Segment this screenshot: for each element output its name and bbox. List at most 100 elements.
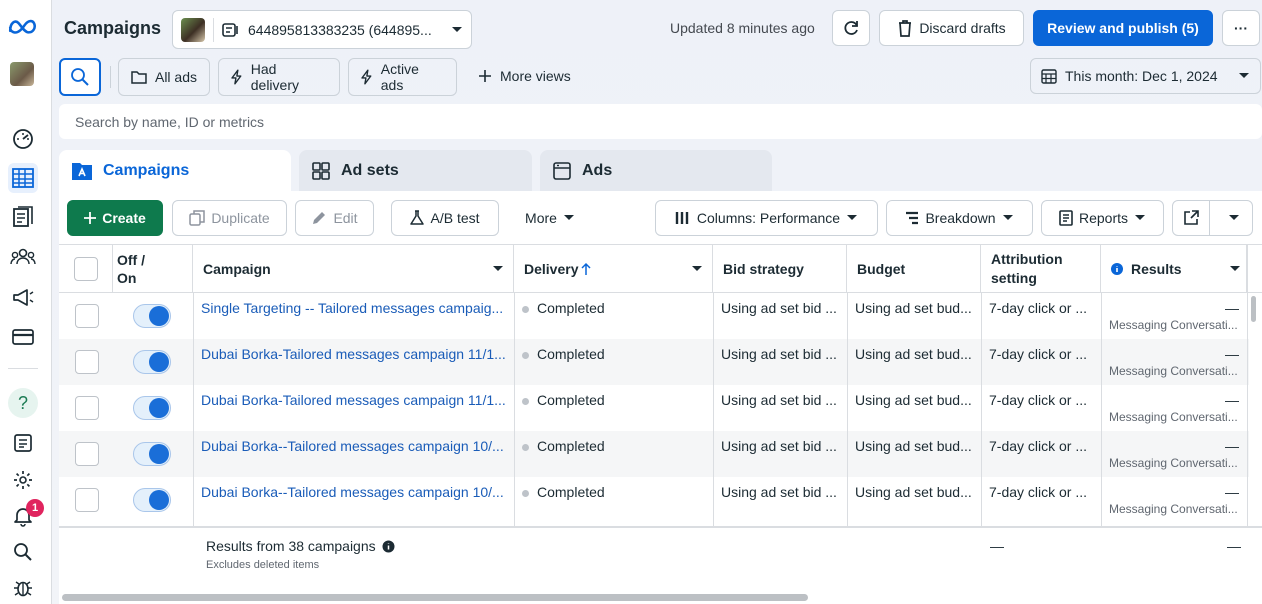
export-dropdown-chevron-icon[interactable] (1216, 201, 1252, 235)
chevron-down-icon[interactable] (692, 266, 702, 272)
refresh-icon (844, 21, 858, 35)
column-results[interactable]: Results (1101, 245, 1247, 293)
tab-ad-sets[interactable]: Ad sets (299, 150, 532, 192)
duplicate-button[interactable]: Duplicate (172, 200, 287, 236)
reports-selector[interactable]: Reports (1041, 200, 1164, 236)
budget-cell: Using ad set bud... (855, 300, 972, 316)
budget-cell: Using ad set bud... (855, 392, 972, 408)
lightning-icon (231, 69, 242, 85)
campaign-toggle[interactable] (133, 488, 171, 512)
chevron-down-icon (452, 26, 462, 32)
row-checkbox[interactable] (75, 488, 99, 512)
date-range-picker[interactable]: This month: Dec 1, 2024 (1030, 58, 1261, 94)
campaign-name-link[interactable]: Dubai Borka--Tailored messages campaign … (193, 431, 513, 477)
row-checkbox[interactable] (75, 304, 99, 328)
select-all-checkbox[interactable] (73, 257, 98, 281)
plus-icon (84, 212, 97, 224)
create-button[interactable]: Create (67, 200, 163, 236)
edit-button[interactable]: Edit (295, 200, 374, 236)
tab-campaigns[interactable]: Campaigns (59, 150, 291, 192)
search-input[interactable] (75, 113, 675, 130)
page-title: Campaigns (64, 18, 162, 38)
active-ads-view[interactable]: Active ads (348, 58, 457, 96)
report-bug-icon[interactable] (8, 573, 38, 603)
duplicate-icon (189, 210, 206, 226)
export-split-button[interactable] (1172, 200, 1253, 236)
chevron-down-icon[interactable] (493, 266, 503, 272)
info-icon[interactable] (382, 540, 395, 553)
table-row[interactable]: Dubai Borka--Tailored messages campaign … (59, 431, 1249, 477)
table-row[interactable]: Dubai Borka--Tailored messages campaign … (59, 477, 1249, 523)
more-views-button[interactable]: More views (478, 68, 571, 84)
had-delivery-view[interactable]: Had delivery (218, 58, 340, 96)
more-options-icon: ··· (1234, 20, 1248, 36)
meta-logo-icon[interactable] (7, 16, 39, 36)
column-delivery[interactable]: Delivery (514, 245, 713, 293)
tab-ads[interactable]: Ads (540, 150, 772, 192)
more-views-label: More views (500, 68, 571, 84)
account-overview-icon[interactable] (8, 428, 38, 458)
ads-megaphone-icon[interactable] (8, 282, 38, 312)
search-icon[interactable] (8, 537, 38, 567)
breakdown-selector[interactable]: Breakdown (886, 200, 1033, 236)
campaign-name-link[interactable]: Dubai Borka-Tailored messages campaign 1… (193, 339, 513, 385)
attribution-cell: 7-day click or ... (989, 392, 1088, 408)
tab-campaigns-label: Campaigns (103, 162, 190, 179)
ad-account-selector[interactable]: 644895813383235 (644895... (172, 10, 472, 49)
row-checkbox[interactable] (75, 350, 99, 374)
table-row[interactable]: Dubai Borka-Tailored messages campaign 1… (59, 339, 1249, 385)
column-bid-strategy-label: Bid strategy (723, 261, 804, 277)
select-all-cell (59, 245, 113, 293)
campaign-name-link[interactable]: Dubai Borka-Tailored messages campaign 1… (193, 385, 513, 431)
results-value: — (1225, 346, 1239, 362)
help-icon[interactable]: ? (8, 388, 38, 418)
billing-card-icon[interactable] (8, 322, 38, 352)
campaign-toggle[interactable] (133, 396, 171, 420)
more-actions-button[interactable]: More (512, 200, 588, 236)
discard-drafts-button[interactable]: Discard drafts (879, 10, 1024, 46)
delivery-status: Completed (514, 431, 712, 477)
all-ads-view[interactable]: All ads (118, 58, 210, 96)
export-icon[interactable] (1173, 201, 1210, 235)
dashboard-gauge-icon[interactable] (8, 123, 38, 153)
campaign-name-link[interactable]: Dubai Borka--Tailored messages campaign … (193, 477, 513, 523)
ad-sets-grid-icon (312, 162, 330, 180)
column-budget[interactable]: Budget (847, 245, 981, 293)
review-publish-button[interactable]: Review and publish (5) (1033, 10, 1213, 46)
status-dot-icon (522, 443, 529, 451)
profile-avatar[interactable] (10, 62, 34, 86)
ab-test-label: A/B test (430, 210, 480, 226)
ab-test-button[interactable]: A/B test (391, 200, 499, 236)
row-checkbox[interactable] (75, 396, 99, 420)
refresh-button[interactable] (832, 10, 870, 46)
bid-strategy-cell: Using ad set bid ... (721, 484, 837, 500)
campaigns-table-icon[interactable] (8, 163, 38, 193)
delivery-status: Completed (514, 477, 712, 523)
attribution-cell: 7-day click or ... (989, 346, 1088, 362)
results-type: Messaging Conversati... (1109, 502, 1238, 516)
columns-selector[interactable]: Columns: Performance (655, 200, 878, 236)
table-row[interactable]: Dubai Borka-Tailored messages campaign 1… (59, 385, 1249, 431)
campaign-toggle[interactable] (133, 350, 171, 374)
campaign-folder-icon (72, 163, 92, 180)
chevron-down-icon[interactable] (1230, 266, 1240, 272)
campaign-name-link[interactable]: Single Targeting -- Tailored messages ca… (193, 293, 513, 339)
info-icon[interactable] (1111, 263, 1123, 275)
column-attribution[interactable]: Attribution setting (981, 245, 1101, 293)
column-delivery-label: Delivery (524, 261, 579, 277)
campaign-toggle[interactable] (133, 442, 171, 466)
audiences-people-icon[interactable] (8, 242, 38, 272)
column-campaign[interactable]: Campaign (193, 245, 514, 293)
horizontal-scrollbar[interactable] (62, 594, 808, 601)
search-toggle-button[interactable] (59, 58, 101, 96)
more-options-button[interactable]: ··· (1222, 10, 1260, 46)
row-checkbox[interactable] (75, 442, 99, 466)
more-actions-label: More (525, 210, 557, 226)
column-off-on[interactable]: Off / On (113, 245, 193, 293)
table-row[interactable]: Single Targeting -- Tailored messages ca… (59, 293, 1249, 339)
settings-gear-icon[interactable] (8, 465, 38, 495)
campaign-toggle[interactable] (133, 304, 171, 328)
vertical-scrollbar[interactable] (1251, 296, 1256, 322)
column-bid-strategy[interactable]: Bid strategy (713, 245, 847, 293)
pages-catalog-icon[interactable] (8, 202, 38, 232)
